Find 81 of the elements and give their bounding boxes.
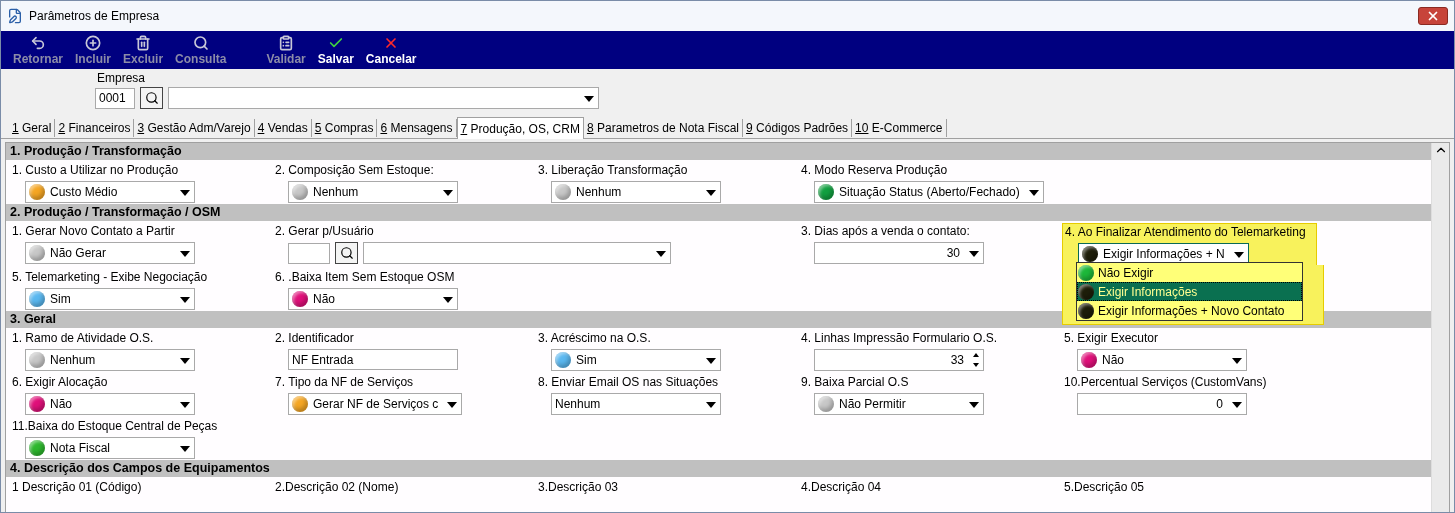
dropdown[interactable]: Não (25, 393, 195, 415)
section-header: 4. Descrição dos Campos de Equipamentos (6, 460, 1431, 477)
dropdown[interactable]: Não Permitir (814, 393, 984, 415)
field-label: 2.Descrição 02 (Nome) (275, 479, 400, 496)
input-field[interactable]: 0001 (95, 87, 135, 109)
field-label: 4. Linhas Impressão Formulario O.S. (801, 330, 999, 347)
clipboard-icon (278, 34, 295, 51)
tab[interactable]: 8 Parametros de Nota Fiscal (583, 119, 743, 137)
field-label: 6. .Baixa Item Sem Estoque OSM (275, 269, 456, 286)
field-label: 7. Tipo da NF de Serviços (275, 374, 415, 391)
dropdown[interactable]: Não (1077, 349, 1247, 371)
dropdown[interactable]: Nenhum (288, 181, 458, 203)
section-header: 2. Produção / Transformação / OSM (6, 204, 1431, 221)
close-icon (1426, 9, 1440, 23)
field-label: 1 Descrição 01 (Código) (12, 479, 143, 496)
tab[interactable]: 5 Compras (311, 119, 378, 137)
field-label: 4. Modo Reserva Produção (801, 162, 949, 179)
field-label: 11.Baixa do Estoque Central de Peças (12, 418, 219, 435)
tab[interactable]: 3 Gestão Adm/Varejo (134, 119, 255, 137)
field-label: 1. Gerar Novo Contato a Partir (12, 223, 176, 240)
dropdown[interactable]: Sim (551, 349, 721, 371)
field-label: 8. Enviar Email OS nas Situações (538, 374, 720, 391)
dropdown-option[interactable]: Exigir Informações (1077, 282, 1302, 301)
dropdown[interactable]: Nota Fiscal (25, 437, 195, 459)
search-icon (339, 246, 354, 260)
field-label: 9. Baixa Parcial O.S (801, 374, 910, 391)
dropdown[interactable]: Custo Médio (25, 181, 195, 203)
tab[interactable]: 7 Produção, OS, CRM (456, 117, 584, 139)
dropdown[interactable]: Situação Status (Aberto/Fechado) (814, 181, 1044, 203)
field-label: 1. Custo a Utilizar no Produção (12, 162, 180, 179)
field-label: 2. Gerar p/Usuário (275, 223, 375, 240)
scrollbar[interactable] (1431, 143, 1449, 512)
field-label: 6. Exigir Alocação (12, 374, 109, 391)
field-label: 3. Acréscimo na O.S. (538, 330, 652, 347)
dropdown[interactable]: Gerar NF de Serviços c (288, 393, 463, 415)
field-label: 4.Descrição 04 (801, 479, 883, 496)
tab[interactable]: 9 Códigos Padrões (743, 119, 853, 137)
dropdown[interactable]: Nenhum (551, 181, 721, 203)
field-label: 3.Descrição 03 (538, 479, 620, 496)
field-label: 4. Ao Finalizar Atendimento do Telemarketing (1065, 224, 1306, 241)
tab[interactable]: 6 Mensagens (377, 119, 457, 137)
field-label: Empresa (96, 71, 147, 85)
toolbar-button[interactable]: Salvar (311, 34, 360, 66)
search-icon (144, 91, 159, 105)
tab[interactable]: 10 E-Commerce (852, 119, 947, 137)
tab[interactable]: 2 Financeiros (55, 119, 135, 137)
window-title: Parâmetros de Empresa (29, 9, 161, 23)
undo-icon (30, 34, 46, 51)
search-button[interactable] (140, 87, 163, 109)
field-label: 5. Exigir Executor (1064, 330, 1160, 347)
dropdown[interactable]: Nenhum (25, 349, 195, 371)
search-icon (192, 34, 209, 51)
tab[interactable]: 4 Vendas (254, 119, 312, 137)
dropdown[interactable]: Sim (25, 288, 195, 310)
field-label: 5.Descrição 05 (1064, 479, 1146, 496)
plus-icon (85, 34, 101, 51)
trash-icon (135, 34, 152, 51)
dropdown[interactable]: Exigir Informações + N (1078, 243, 1249, 265)
field-label: 2. Identificador (275, 330, 355, 347)
dropdown[interactable]: Não (288, 288, 458, 310)
tab[interactable]: 1 Geral (9, 119, 56, 137)
field-label: 3. Liberação Transformação (538, 162, 689, 179)
field-label: 10.Percentual Serviços (CustomVans) (1064, 374, 1268, 391)
number-dropdown[interactable]: 0 (1077, 393, 1247, 415)
field-label: 1. Ramo de Atividade O.S. (12, 330, 155, 347)
close-button[interactable] (1418, 7, 1448, 25)
search-button[interactable] (335, 242, 358, 264)
section-header: 1. Produção / Transformação (6, 143, 1431, 160)
number-dropdown[interactable]: 30 (814, 242, 984, 264)
field-label: 2. Composição Sem Estoque: (275, 162, 435, 179)
document-edit-icon (7, 8, 23, 24)
dropdown[interactable]: Nenhum (551, 393, 721, 415)
dropdown-option[interactable]: Não Exigir (1077, 263, 1302, 282)
dropdown-option[interactable]: Exigir Informações + Novo Contato (1077, 301, 1302, 320)
code-field[interactable] (288, 242, 330, 264)
input-field[interactable]: NF Entrada (288, 349, 458, 370)
toolbar-button[interactable]: Cancelar (359, 34, 423, 66)
field-label: 3. Dias após a venda o contato: (801, 223, 971, 240)
dropdown[interactable]: Não Gerar (25, 242, 195, 264)
field-label: 5. Telemarketing - Exibe Negociação (12, 269, 209, 286)
spin-field[interactable]: 33 (814, 349, 984, 371)
